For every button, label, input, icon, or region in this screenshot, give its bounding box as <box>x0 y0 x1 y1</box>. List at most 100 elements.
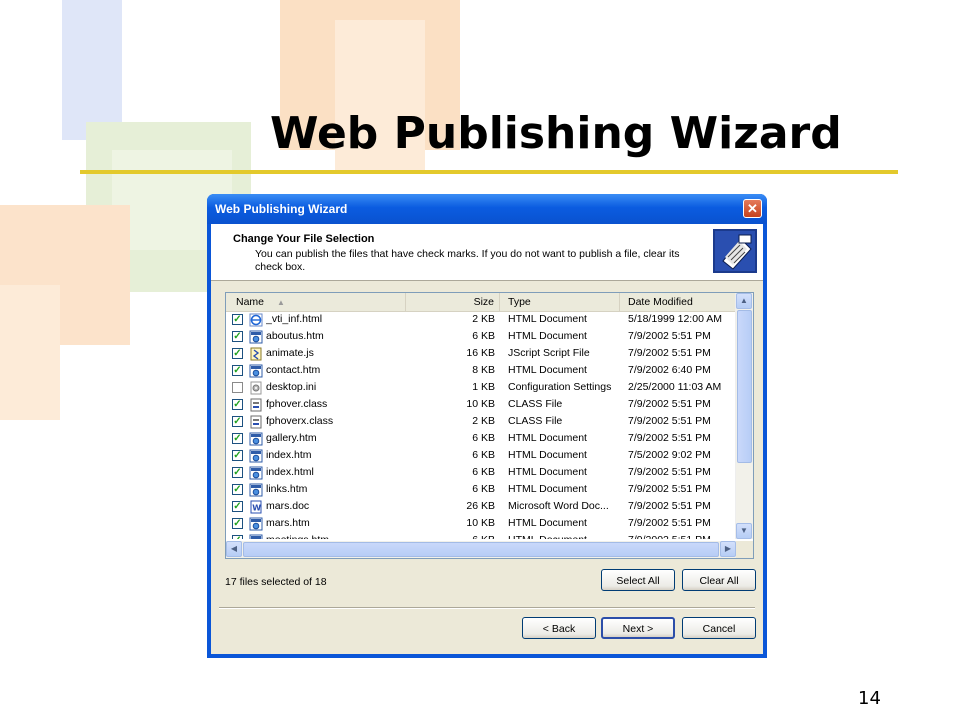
file-row[interactable]: ✓ links.htm 6 KB HTML Document 7/9/2002 5:51… <box>226 482 736 499</box>
file-row[interactable]: ✓ _vti_inf.html 2 KB HTML Document 5/18/1999… <box>226 312 736 329</box>
html-doc-icon <box>249 466 263 480</box>
html-doc-icon <box>249 449 263 463</box>
file-checkbox[interactable]: ✓ <box>232 467 243 478</box>
file-name: _vti_inf.html <box>266 313 323 325</box>
html-doc-icon <box>249 483 263 497</box>
file-row[interactable]: ✓ Wmars.doc 26 KB Microsoft Word Doc... 7/9/… <box>226 499 736 516</box>
wizard-step-title: Change Your File Selection <box>233 233 375 245</box>
file-row[interactable]: ✓ animate.js 16 KB JScript Script File 7/9/2… <box>226 346 736 363</box>
select-all-button[interactable]: Select All <box>601 569 675 591</box>
file-size: 6 KB <box>472 466 495 478</box>
wizard-header: Change Your File Selection You can publi… <box>211 224 763 281</box>
selection-status: 17 files selected of 18 <box>225 576 327 588</box>
column-header-name[interactable]: Name ▲ <box>226 293 406 311</box>
file-checkbox[interactable]: ✓ <box>232 484 243 495</box>
file-row[interactable]: ✓ aboutus.htm 6 KB HTML Document 7/9/2002 5:… <box>226 329 736 346</box>
file-date: 7/5/2002 9:02 PM <box>628 449 711 461</box>
file-checkbox[interactable]: ✓ <box>232 365 243 376</box>
vertical-scroll-thumb[interactable] <box>737 310 752 463</box>
window-titlebar[interactable]: Web Publishing Wizard ✕ <box>207 194 767 224</box>
next-button[interactable]: Next > <box>601 617 675 639</box>
scroll-up-button[interactable]: ▲ <box>736 293 752 309</box>
file-row[interactable]: ✓ fphover.class 10 KB CLASS File 7/9/2002 5:… <box>226 397 736 414</box>
title-underline <box>80 170 898 174</box>
file-date: 7/9/2002 5:51 PM <box>628 534 736 539</box>
wizard-window: Web Publishing Wizard ✕ Change Your File… <box>207 194 767 658</box>
html-doc-icon <box>249 330 263 344</box>
file-row[interactable]: ✓ meetings.htm6 KB HTML Document 7/9/2002 5… <box>226 533 736 539</box>
close-button[interactable]: ✕ <box>743 199 762 218</box>
file-type: HTML Document <box>508 517 587 529</box>
column-header-date[interactable]: Date Modified <box>620 293 736 311</box>
file-row[interactable]: ✓ mars.htm 10 KB HTML Document 7/9/2002 5:51… <box>226 516 736 533</box>
file-checkbox[interactable]: ✓ <box>232 416 243 427</box>
file-date: 7/9/2002 5:51 PM <box>628 500 711 512</box>
file-row[interactable]: ✓ index.htm 6 KB HTML Document 7/5/2002 9:02… <box>226 448 736 465</box>
column-header-type-label: Type <box>508 296 531 308</box>
file-row[interactable]: ✓ fphoverx.class 2 KB CLASS File 7/9/2002 5:… <box>226 414 736 431</box>
file-checkbox[interactable]: ✓ <box>232 399 243 410</box>
file-date: 7/9/2002 5:51 PM <box>628 483 711 495</box>
html-doc-icon <box>249 517 263 531</box>
file-type: HTML Document <box>508 432 587 444</box>
file-size: 10 KB <box>466 398 495 410</box>
html-doc-icon <box>249 432 263 446</box>
scroll-right-button[interactable]: ▶ <box>720 541 736 557</box>
horizontal-scroll-thumb[interactable] <box>243 542 719 557</box>
file-checkbox[interactable]: ✓ <box>232 501 243 512</box>
file-date: 7/9/2002 5:51 PM <box>628 398 711 410</box>
file-size: 1 KB <box>472 381 495 393</box>
html-doc-icon <box>249 534 263 539</box>
file-checkbox[interactable]: ✓ <box>232 348 243 359</box>
class-file-icon <box>249 415 263 429</box>
file-type: CLASS File <box>508 415 563 427</box>
file-row[interactable]: ✓ contact.htm 8 KB HTML Document 7/9/2002 6:… <box>226 363 736 380</box>
file-checkbox[interactable]: ✓ <box>232 433 243 444</box>
file-size: 6 KB <box>472 483 495 495</box>
file-row[interactable]: ✓ gallery.htm 6 KB HTML Document 7/9/2002 5:… <box>226 431 736 448</box>
list-header: Name ▲ Size Type Date Modified <box>226 293 736 312</box>
file-checkbox[interactable]: ✓ <box>232 314 243 325</box>
file-type: HTML Document <box>508 466 587 478</box>
wizard-step-description: You can publish the files that have chec… <box>255 248 680 273</box>
column-header-type[interactable]: Type <box>500 293 620 311</box>
file-checkbox[interactable]: ✓ <box>232 331 243 342</box>
ie-html-icon <box>249 313 263 327</box>
file-name: mars.htm <box>266 517 310 529</box>
scrollbar-corner <box>736 541 753 558</box>
file-size: 26 KB <box>466 500 495 512</box>
cancel-button[interactable]: Cancel <box>682 617 756 639</box>
file-name: meetings.htm <box>266 534 404 539</box>
file-date: 5/18/1999 12:00 AM <box>628 313 722 325</box>
file-list[interactable]: Name ▲ Size Type Date Modified ✓ _vti_inf… <box>225 292 754 559</box>
decor-square-blue <box>62 0 122 140</box>
button-separator <box>219 607 755 609</box>
file-name: mars.doc <box>266 500 310 512</box>
file-date: 7/9/2002 5:51 PM <box>628 432 711 444</box>
column-header-name-label: Name <box>236 296 265 308</box>
file-name: index.htm <box>266 449 312 461</box>
file-type: HTML Document <box>508 449 587 461</box>
clear-all-button[interactable]: Clear All <box>682 569 756 591</box>
file-size: 6 KB <box>472 330 495 342</box>
scroll-down-button[interactable]: ▼ <box>736 523 752 539</box>
slide-title: Web Publishing Wizard <box>270 108 842 159</box>
file-size: 6 KB <box>406 534 495 539</box>
back-button[interactable]: < Back <box>522 617 596 639</box>
scroll-left-button[interactable]: ◀ <box>226 541 242 557</box>
column-header-size[interactable]: Size <box>406 293 500 311</box>
file-type: HTML Document <box>508 534 618 539</box>
horizontal-scrollbar[interactable]: ◀ ▶ <box>226 541 736 558</box>
file-size: 8 KB <box>472 364 495 376</box>
file-checkbox[interactable]: ✓ <box>232 518 243 529</box>
html-doc-icon <box>249 364 263 378</box>
file-size: 6 KB <box>472 432 495 444</box>
column-header-date-label: Date Modified <box>628 296 693 308</box>
file-checkbox[interactable]: ✓ <box>232 450 243 461</box>
file-row[interactable]: desktop.ini 1 KB Configuration Settings 2/2… <box>226 380 736 397</box>
file-checkbox[interactable]: ✓ <box>232 535 243 539</box>
file-row[interactable]: ✓ index.html 6 KB HTML Document 7/9/2002 5:5… <box>226 465 736 482</box>
vertical-scrollbar[interactable]: ▲ ▼ <box>735 293 753 539</box>
file-name: aboutus.htm <box>266 330 324 342</box>
file-checkbox[interactable] <box>232 382 243 393</box>
